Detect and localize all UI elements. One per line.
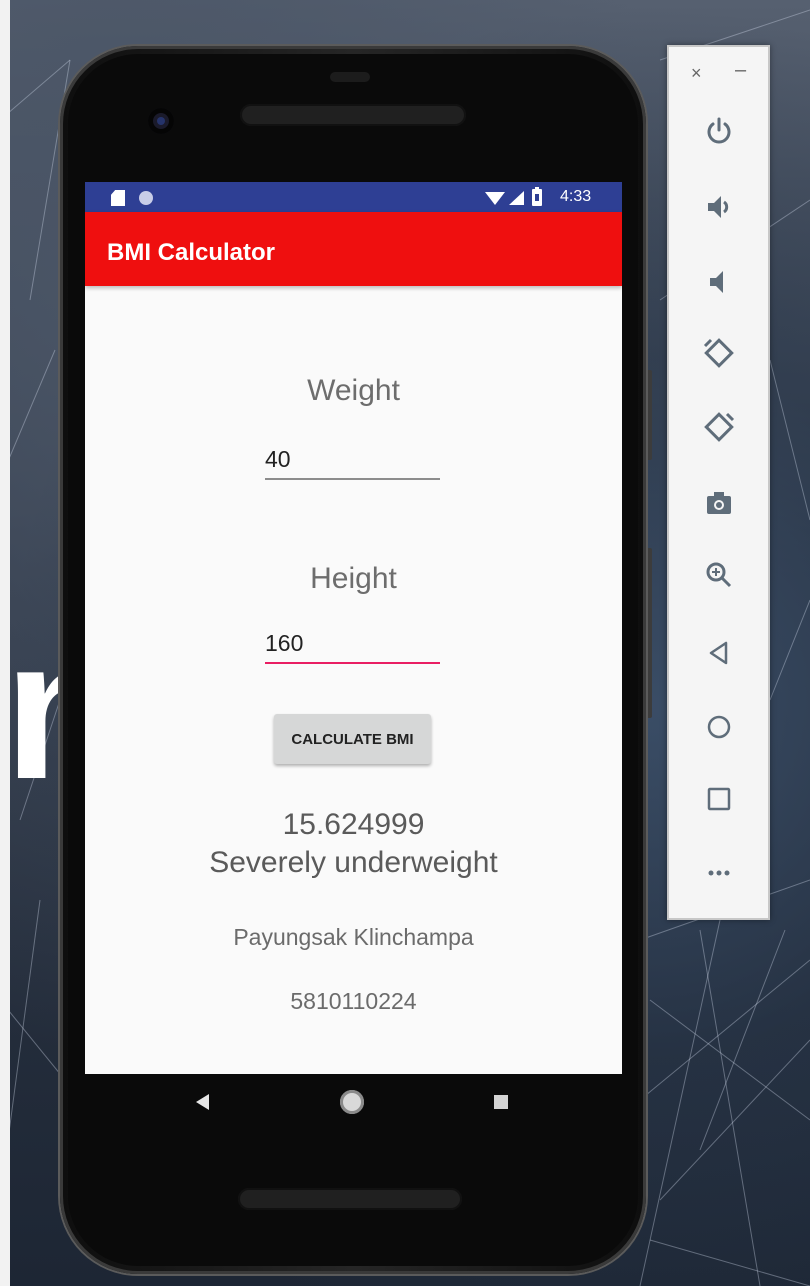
weight-input[interactable]: [265, 440, 440, 480]
app-title: BMI Calculator: [107, 239, 276, 266]
height-input[interactable]: [265, 624, 440, 664]
notification-dot-icon: [139, 191, 153, 205]
front-camera-icon: [148, 108, 174, 134]
volume-down-icon: [710, 271, 723, 293]
height-label: Height: [310, 562, 397, 595]
nav-back-icon[interactable]: [196, 1094, 209, 1110]
emulator-toolbar: × –: [667, 45, 770, 920]
nav-recents-icon[interactable]: [494, 1095, 508, 1109]
phone-speaker: [238, 1188, 462, 1210]
home-button[interactable]: [699, 707, 739, 747]
more-icon: [708, 870, 730, 876]
rotate-right-icon: [704, 412, 735, 442]
rotate-right-button[interactable]: [699, 407, 739, 447]
toolbar-close-button[interactable]: ×: [691, 63, 702, 84]
phone-earpiece: [240, 104, 466, 126]
overview-button[interactable]: [699, 779, 739, 819]
phone-sensor: [330, 72, 370, 82]
screenshot-button[interactable]: [699, 483, 739, 523]
battery-icon: [532, 187, 542, 206]
status-time: 4:33: [560, 188, 592, 205]
home-icon: [707, 715, 731, 739]
status-bar: 4:33: [85, 182, 622, 212]
bmi-result-category: Severely underweight: [209, 846, 498, 879]
app-bar: BMI Calculator: [85, 212, 622, 286]
back-icon: [709, 641, 728, 665]
student-name: Payungsak Klinchampa: [233, 924, 474, 950]
power-button[interactable]: [699, 111, 739, 151]
student-id: 5810110224: [290, 988, 417, 1014]
camera-icon: [707, 492, 731, 514]
weight-label: Weight: [307, 374, 400, 407]
zoom-icon: [706, 562, 732, 588]
nav-home-icon[interactable]: [340, 1090, 364, 1114]
signal-icon: [509, 191, 524, 205]
rotate-left-button[interactable]: [699, 333, 739, 373]
volume-up-icon: [708, 196, 729, 218]
rotate-left-icon: [703, 338, 734, 368]
volume-up-button[interactable]: [699, 187, 739, 227]
calculate-bmi-button[interactable]: CALCULATE BMI: [274, 714, 431, 764]
volume-down-button[interactable]: [699, 262, 739, 302]
more-button[interactable]: [699, 853, 739, 893]
power-icon: [707, 117, 731, 144]
zoom-button[interactable]: [699, 555, 739, 595]
wifi-icon: [485, 192, 505, 205]
back-button[interactable]: [699, 633, 739, 673]
toolbar-minimize-button[interactable]: –: [735, 59, 746, 82]
sd-card-icon: [111, 190, 125, 206]
bmi-result-value: 15.624999: [282, 808, 425, 841]
overview-icon: [707, 787, 731, 811]
phone-screen: 4:33 BMI Calculator Weight Height CALCUL…: [85, 182, 622, 1074]
